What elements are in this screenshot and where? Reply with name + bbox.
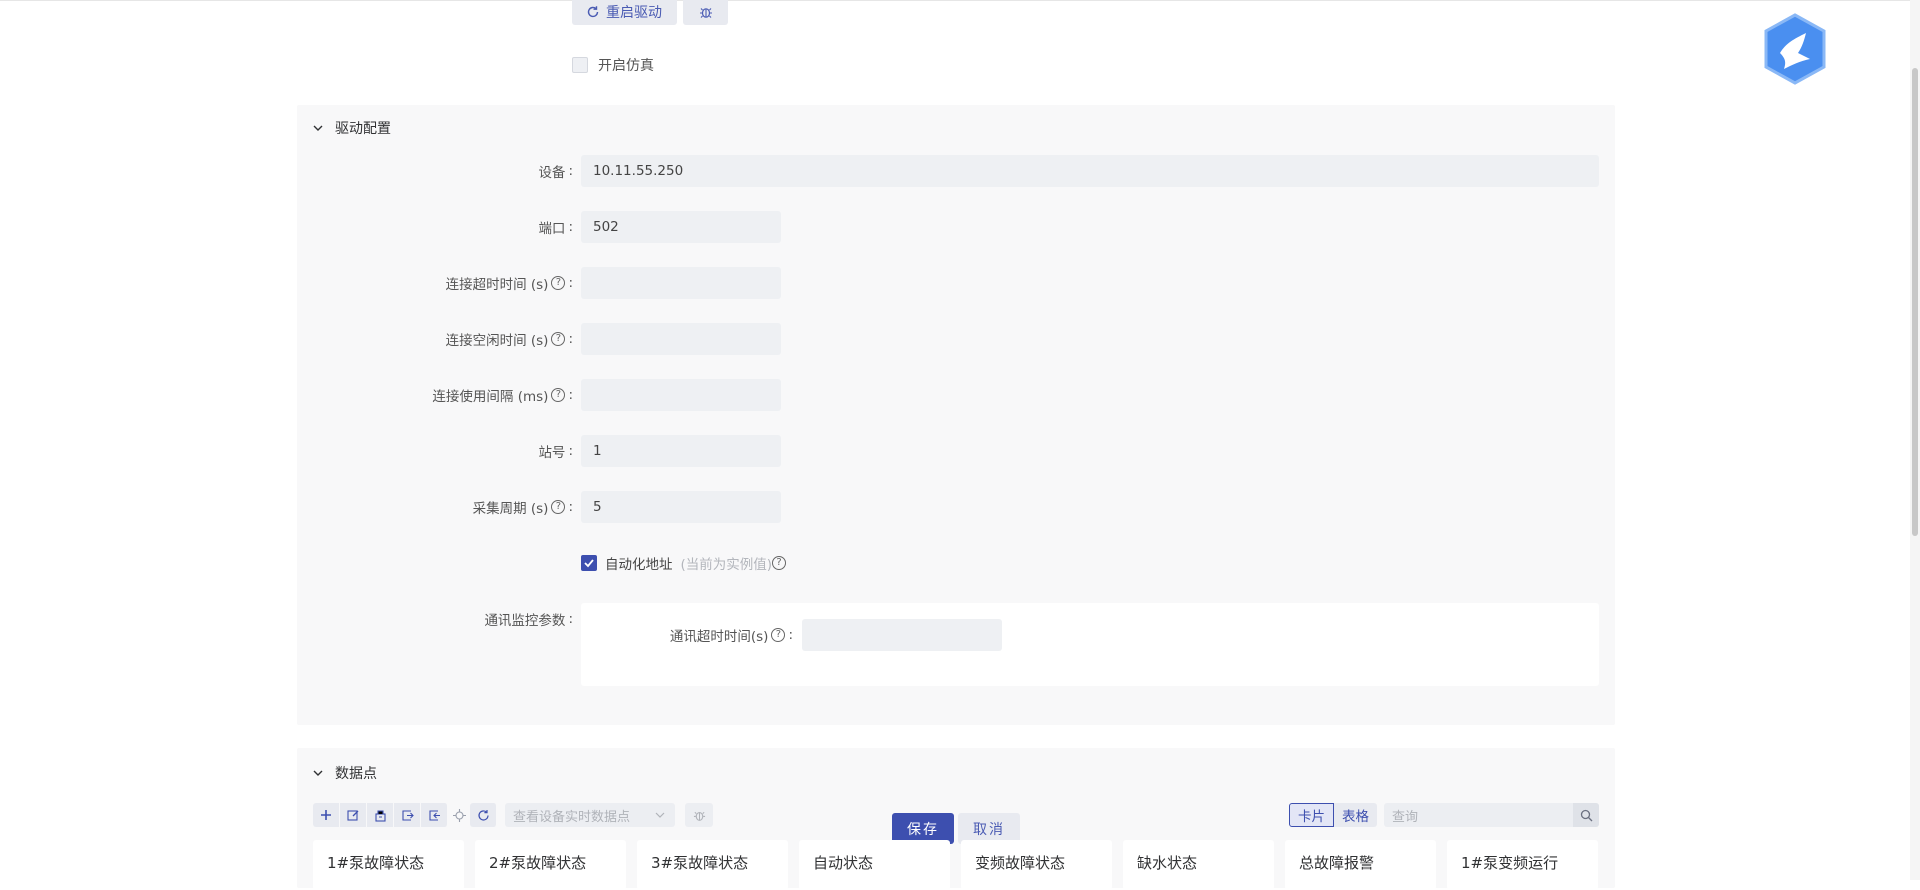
debug-button[interactable]	[683, 0, 728, 25]
device-field[interactable]: 10.11.55.250	[581, 155, 1599, 187]
simulation-label: 开启仿真	[598, 58, 654, 74]
collect-period-label: 采集周期 (s)?:	[472, 499, 573, 517]
conn-timeout-field[interactable]	[581, 267, 781, 299]
monitor-timeout-field[interactable]	[802, 619, 1002, 651]
device-label: 设备:	[538, 163, 573, 181]
debug-points-button[interactable]	[685, 803, 713, 827]
auto-address-row[interactable]: 自动化地址 (当前为实例值) ?	[581, 553, 787, 573]
refresh-icon	[477, 809, 489, 821]
conn-idle-label: 连接空闲时间 (s)?:	[445, 331, 573, 349]
realtime-points-placeholder: 查看设备实时数据点	[513, 809, 631, 825]
search-input[interactable]: 查询	[1384, 803, 1599, 827]
scrollbar-thumb[interactable]	[1912, 68, 1918, 536]
check-icon	[584, 559, 594, 568]
building-icon	[374, 809, 386, 822]
monitor-label: 通讯监控参数:	[484, 611, 573, 629]
top-divider	[0, 0, 1920, 1]
data-point-cards: 1#泵故障状态 2#泵故障状态 3#泵故障状态 自动状态 变频故障状态 缺水状态…	[313, 840, 1598, 890]
bug-icon	[699, 7, 712, 18]
chevron-down-icon	[313, 125, 323, 131]
help-icon[interactable]: ?	[551, 332, 566, 346]
app-logo	[1764, 13, 1826, 85]
search-icon	[1580, 809, 1592, 821]
data-point-card[interactable]: 变频故障状态	[961, 840, 1112, 890]
station-field[interactable]: 1	[581, 435, 781, 467]
conn-interval-field[interactable]	[581, 379, 781, 411]
realtime-points-select[interactable]: 查看设备实时数据点	[505, 803, 675, 827]
view-toggle: 卡片 表格	[1289, 803, 1377, 827]
edit-icon	[346, 809, 358, 821]
conn-timeout-label: 连接超时时间 (s)?:	[445, 275, 573, 293]
chevron-down-icon	[313, 770, 323, 776]
data-point-card[interactable]: 自动状态	[799, 840, 950, 890]
bulk-point-button[interactable]	[367, 803, 394, 827]
data-point-card[interactable]: 3#泵故障状态	[637, 840, 788, 890]
station-label: 站号:	[538, 443, 573, 461]
simulation-toggle[interactable]: 开启仿真	[572, 55, 654, 75]
simulation-checkbox[interactable]	[572, 57, 588, 73]
port-field[interactable]: 502	[581, 211, 781, 243]
export-point-button[interactable]	[421, 803, 448, 827]
export-icon	[428, 809, 440, 821]
data-point-card[interactable]: 2#泵故障状态	[475, 840, 626, 890]
auto-address-label: 自动化地址	[605, 557, 673, 573]
data-points-toolbar: 查看设备实时数据点	[313, 803, 713, 827]
table-view-button[interactable]: 表格	[1334, 803, 1377, 827]
refresh-icon	[587, 5, 599, 17]
help-icon[interactable]: ?	[772, 556, 787, 570]
data-point-card[interactable]: 1#泵变频运行	[1447, 840, 1598, 890]
data-point-card[interactable]: 总故障报警	[1285, 840, 1436, 890]
conn-interval-label: 连接使用间隔 (ms)?:	[432, 387, 573, 405]
data-point-card[interactable]: 1#泵故障状态	[313, 840, 464, 890]
conn-idle-field[interactable]	[581, 323, 781, 355]
driver-config-header[interactable]: 驱动配置	[311, 118, 391, 138]
help-icon[interactable]: ?	[551, 388, 566, 402]
refresh-points-button[interactable]	[470, 803, 497, 827]
help-icon[interactable]: ?	[551, 276, 566, 290]
card-view-button[interactable]: 卡片	[1289, 803, 1334, 827]
help-icon[interactable]: ?	[551, 500, 566, 514]
restart-driver-label: 重启驱动	[606, 4, 662, 21]
page-scrollbar[interactable]	[1910, 0, 1920, 880]
auto-address-hint: (当前为实例值)	[680, 557, 773, 573]
import-point-button[interactable]	[394, 803, 421, 827]
data-point-card[interactable]: 缺水状态	[1123, 840, 1274, 890]
edit-point-button[interactable]	[340, 803, 367, 827]
auto-address-checkbox[interactable]	[581, 555, 597, 571]
bug-icon	[693, 811, 705, 821]
chevron-down-icon	[655, 812, 665, 818]
data-points-title: 数据点	[335, 766, 377, 782]
help-icon[interactable]: ?	[771, 628, 786, 642]
driver-config-title: 驱动配置	[335, 121, 391, 137]
monitor-timeout-label: 通讯超时时间(s)?:	[669, 627, 793, 645]
search-button[interactable]	[1573, 803, 1599, 827]
restart-driver-button[interactable]: 重启驱动	[572, 0, 677, 25]
data-points-header[interactable]: 数据点	[311, 763, 377, 783]
locate-button[interactable]	[448, 803, 470, 827]
target-icon	[452, 808, 466, 822]
search-placeholder: 查询	[1392, 809, 1419, 825]
port-label: 端口:	[538, 219, 573, 237]
plus-icon	[321, 810, 331, 820]
collect-period-field[interactable]: 5	[581, 491, 781, 523]
import-icon	[401, 809, 414, 821]
add-point-button[interactable]	[313, 803, 340, 827]
